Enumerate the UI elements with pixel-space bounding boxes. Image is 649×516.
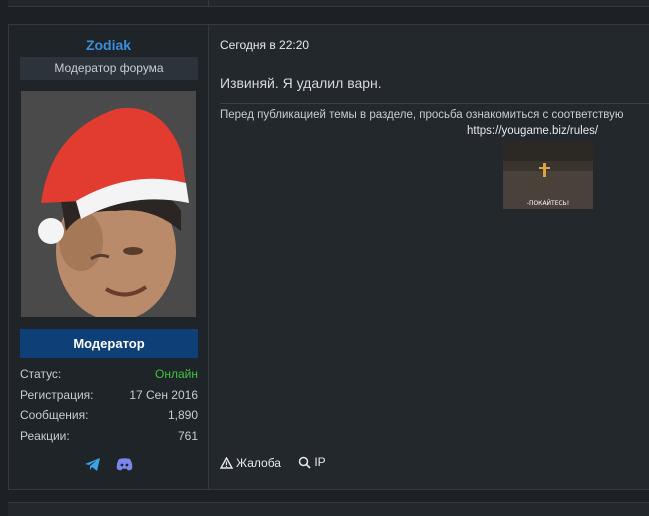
warning-icon [220,456,233,469]
message-cell: Сегодня в 22:20 Извиняй. Я удалил варн. … [209,25,649,489]
stat-value[interactable]: 1,890 [168,405,198,425]
role-banner: Модератор [20,329,198,358]
stat-registration: Регистрация: 17 Сен 2016 [20,385,198,406]
telegram-icon[interactable] [84,457,101,477]
signature-rules-link[interactable]: https://yougame.biz/rules/ [467,125,598,137]
stat-label: Регистрация: [20,387,94,402]
signature-gif-caption: -ПОКАЙТЕСЬ! [527,200,569,207]
avatar-image [21,91,196,317]
next-post-edge [8,502,649,516]
stat-label: Реакции: [20,429,70,444]
stat-value: 17 Сен 2016 [129,387,198,402]
report-label: Жалоба [236,455,281,470]
social-links [9,457,208,477]
avatar[interactable] [21,91,196,317]
stat-label: Сообщения: [20,408,89,423]
username-link[interactable]: Zodiak [9,37,208,53]
signature-gif-image: -ПОКАЙТЕСЬ! [503,141,593,209]
post-actions: Жалоба IP [220,455,340,472]
signature-gif: -ПОКАЙТЕСЬ! [503,141,593,209]
stat-value: 761 [177,429,198,444]
previous-post-user-cell [8,0,209,6]
stat-status: Статус: Онлайн [20,364,198,385]
stat-value: Онлайн [155,367,198,381]
signature-text: Перед публикацией темы в разделе, просьб… [220,109,624,121]
stat-label: Статус: [20,367,62,381]
post-date[interactable]: Сегодня в 22:20 [220,38,309,52]
stat-reactions: Реакции: 761 [20,426,198,447]
ip-label: IP [314,455,326,469]
discord-icon[interactable] [116,458,133,476]
previous-post-edge [8,0,649,7]
user-title: Модератор форума [20,57,198,80]
search-icon [299,456,311,469]
stat-messages: Сообщения: 1,890 [20,405,198,426]
user-stats: Статус: Онлайн Регистрация: 17 Сен 2016 … [20,364,198,447]
ip-button[interactable]: IP [298,455,326,469]
user-cell: Zodiak Модератор форума Модератор Статус… [9,25,209,489]
signature-divider [220,103,649,104]
report-button[interactable]: Жалоба [220,456,281,470]
forum-post: Zodiak Модератор форума Модератор Статус… [8,24,649,490]
post-body: Извиняй. Я удалил варн. [220,75,382,91]
